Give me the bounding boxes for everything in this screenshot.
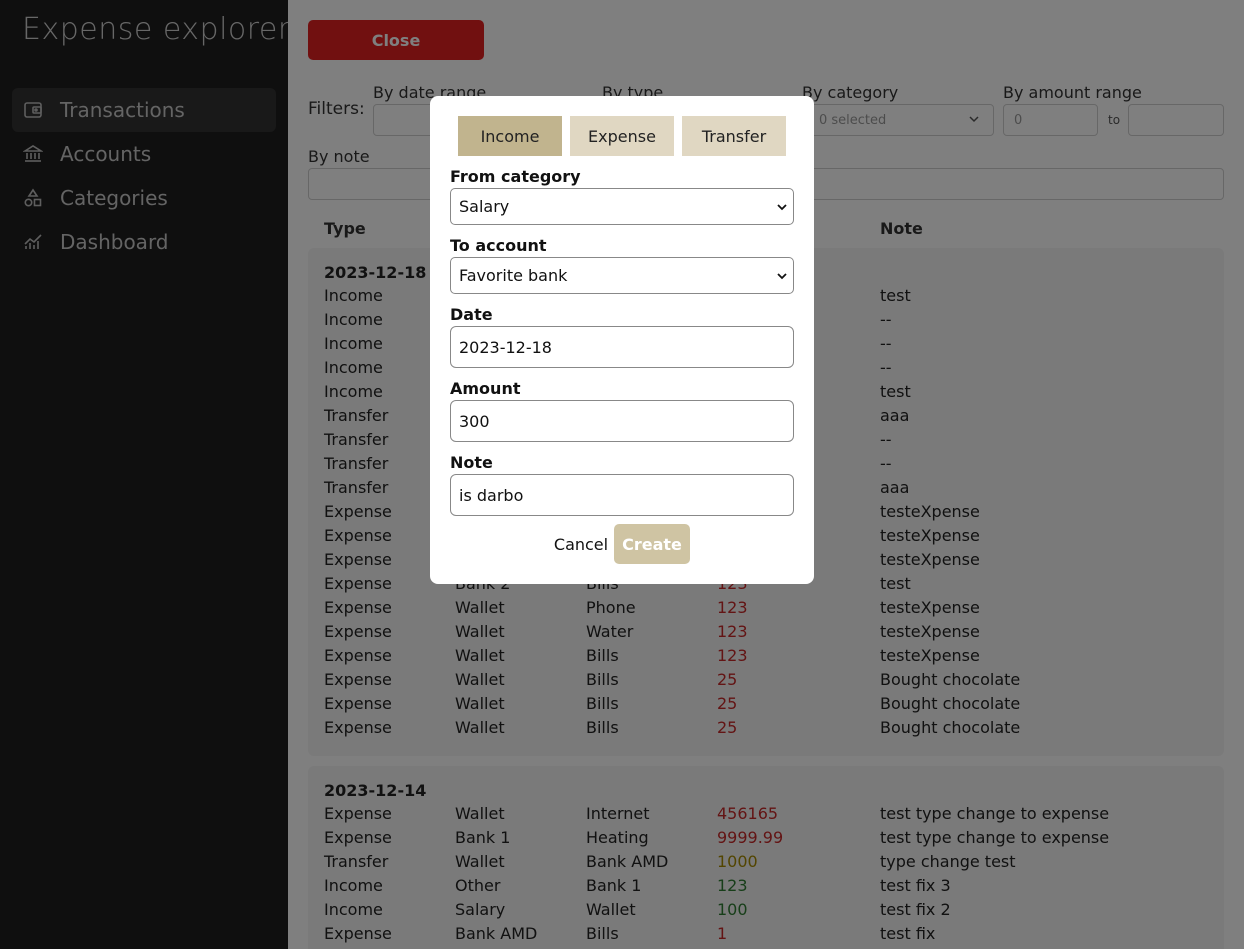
tab-expense[interactable]: Expense [570, 116, 674, 156]
chevron-down-icon [777, 273, 787, 280]
amount-input[interactable]: 300 [450, 400, 794, 442]
tab-income[interactable]: Income [458, 116, 562, 156]
to-account-select[interactable]: Favorite bank [450, 257, 794, 294]
from-category-value: Salary [459, 197, 510, 216]
from-category-label: From category [450, 167, 581, 186]
from-category-select[interactable]: Salary [450, 188, 794, 225]
chevron-down-icon [777, 204, 787, 211]
note-value: is darbo [459, 485, 524, 505]
amount-label: Amount [450, 379, 521, 398]
note-label: Note [450, 453, 493, 472]
to-account-label: To account [450, 236, 547, 255]
cancel-button[interactable]: Cancel [552, 524, 610, 564]
note-input[interactable]: is darbo [450, 474, 794, 516]
to-account-value: Favorite bank [459, 266, 568, 285]
new-transaction-modal: Income Expense Transfer From category Sa… [430, 96, 814, 584]
transaction-type-tabs: Income Expense Transfer [458, 116, 794, 156]
amount-value: 300 [459, 411, 490, 431]
create-button[interactable]: Create [614, 524, 690, 564]
date-input[interactable]: 2023-12-18 [450, 326, 794, 368]
tab-transfer[interactable]: Transfer [682, 116, 786, 156]
date-value: 2023-12-18 [459, 337, 552, 357]
date-label: Date [450, 305, 493, 324]
